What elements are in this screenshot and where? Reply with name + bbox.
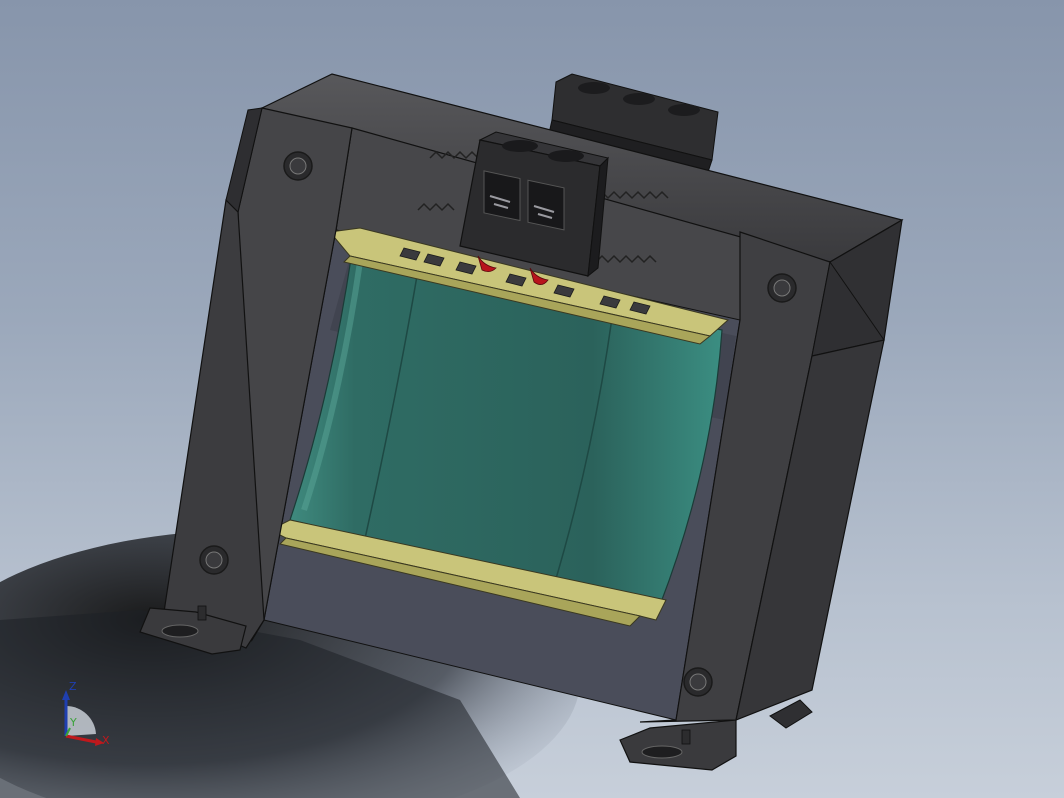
cad-viewport[interactable]: X Y Z: [0, 0, 1064, 798]
x-axis-label: X: [102, 734, 110, 747]
z-axis-label: Z: [69, 680, 77, 693]
y-axis-label: Y: [69, 716, 77, 729]
x-axis-arrow: [65, 734, 97, 744]
transformer-3d-model[interactable]: [0, 0, 1064, 798]
orientation-triad[interactable]: X Y Z: [52, 676, 122, 756]
